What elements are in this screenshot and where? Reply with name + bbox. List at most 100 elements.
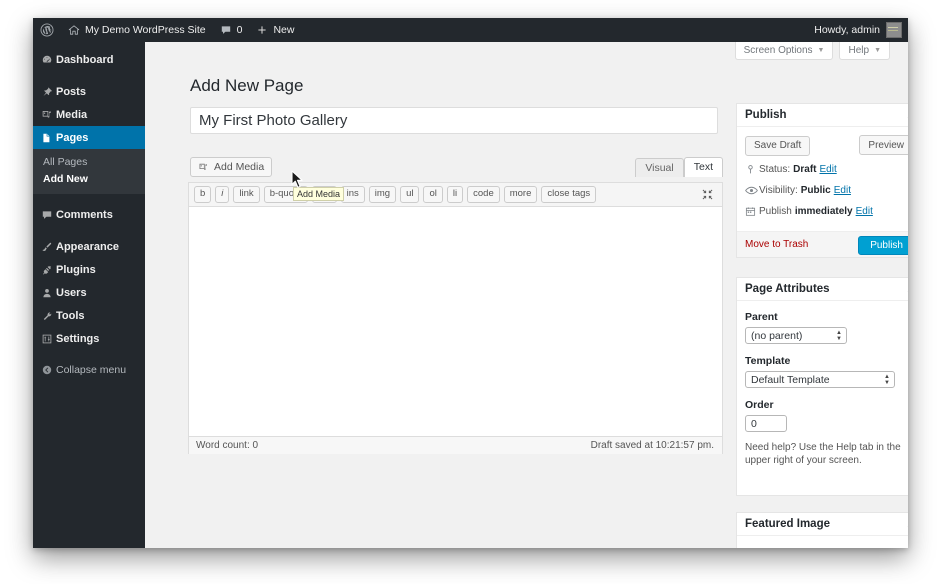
template-select[interactable]: Default Template ▲ ▼ — [745, 371, 895, 388]
page-title: Add New Page — [190, 76, 304, 95]
visibility-label: Visibility: — [759, 185, 798, 196]
sidebar-item-appearance[interactable]: Appearance — [33, 235, 145, 258]
help-tab[interactable]: Help ▼ — [839, 42, 890, 60]
featured-image-title: Featured Image — [745, 518, 830, 530]
quicktags-toolbar: b i link b-quote del ins img ul ol li co… — [189, 183, 722, 207]
new-content-menu[interactable]: New — [249, 18, 301, 42]
editor-container: b i link b-quote del ins img ul ol li co… — [188, 182, 723, 454]
admin-content-area: Screen Options ▼ Help ▼ Add New Page My … — [145, 42, 908, 548]
order-input[interactable]: 0 — [745, 415, 787, 432]
wordpress-logo-icon — [40, 23, 54, 37]
post-status-info: Word count: 0 Draft saved at 10:21:57 pm… — [189, 436, 722, 454]
my-account-menu[interactable]: Howdy, admin — [814, 18, 902, 42]
comment-bubble-icon — [220, 24, 232, 36]
screen-options-tab[interactable]: Screen Options ▼ — [734, 42, 834, 60]
add-media-button[interactable]: Add Media — [190, 157, 273, 177]
template-label: Template — [745, 355, 791, 367]
chevron-up-icon[interactable]: ▲ — [906, 520, 908, 529]
publish-date-row: Publish immediately Edit — [745, 203, 908, 220]
quicktag-close-tags[interactable]: close tags — [541, 186, 597, 203]
publish-date-value: immediately — [794, 206, 853, 217]
chevron-down-icon: ▼ — [817, 47, 825, 54]
quicktag-ul[interactable]: ul — [400, 186, 420, 203]
avatar — [886, 22, 902, 38]
screen-options-label: Screen Options — [743, 45, 813, 56]
sidebar-label: Media — [56, 108, 88, 121]
comments-bubble-menu[interactable]: 0 — [213, 18, 250, 42]
dashboard-icon — [41, 54, 56, 66]
wp-logo-menu[interactable] — [33, 18, 61, 42]
sidebar-item-dashboard[interactable]: Dashboard — [33, 48, 145, 71]
page-attributes-title: Page Attributes — [745, 283, 830, 295]
mouse-cursor — [291, 170, 304, 194]
page-attributes-body: Parent (no parent) ▲ ▼ Template Default T… — [737, 301, 908, 475]
add-media-label: Add Media — [214, 161, 265, 173]
tab-text[interactable]: Text — [683, 157, 723, 177]
move-to-trash-link[interactable]: Move to Trash — [745, 239, 808, 250]
quicktag-ol[interactable]: ol — [423, 186, 443, 203]
tab-visual[interactable]: Visual — [635, 158, 684, 177]
calendar-icon — [745, 206, 759, 217]
sidebar-label: Dashboard — [56, 53, 114, 66]
content-textarea[interactable] — [189, 207, 722, 436]
admin-bar-left-group: My Demo WordPress Site 0 New — [33, 18, 301, 42]
quicktag-li[interactable]: li — [446, 186, 464, 203]
quicktag-link[interactable]: link — [233, 186, 260, 203]
browser-window: My Demo WordPress Site 0 New Howdy, admi — [33, 18, 908, 548]
sidebar-item-settings[interactable]: Settings — [33, 327, 145, 350]
quicktag-code[interactable]: code — [467, 186, 500, 203]
distraction-free-writing-icon[interactable] — [701, 188, 714, 206]
parent-select[interactable]: (no parent) ▲ ▼ — [745, 327, 847, 344]
sidebar-item-tools[interactable]: Tools — [33, 304, 145, 327]
featured-image-body: Set featured image — [737, 536, 908, 548]
sidebar-item-comments[interactable]: Comments — [33, 203, 145, 226]
page-attributes-help-note: Need help? Use the Help tab in the upper… — [745, 442, 901, 466]
edit-visibility-link[interactable]: Edit — [834, 185, 851, 196]
screen-meta-links: Screen Options ▼ Help ▼ — [729, 42, 890, 60]
preview-button[interactable]: Preview — [859, 135, 908, 155]
sidebar-label: Plugins — [56, 263, 96, 276]
sidebar-label: Appearance — [56, 240, 119, 253]
editor-tools: Add Media Visual Text — [188, 156, 723, 180]
featured-image-header: Featured Image ▲ — [737, 513, 908, 536]
publish-button[interactable]: Publish — [858, 236, 908, 255]
admin-menu-sidebar: Dashboard Posts Media Pages All Pages Ad… — [33, 42, 153, 548]
media-icon — [198, 162, 209, 173]
sidebar-item-media[interactable]: Media — [33, 103, 145, 126]
quicktag-i[interactable]: i — [215, 186, 230, 203]
publish-box-title: Publish — [745, 109, 787, 121]
chevron-up-icon[interactable]: ▲ — [906, 111, 908, 120]
visibility-value: Public — [800, 185, 831, 196]
edit-publish-date-link[interactable]: Edit — [856, 206, 873, 217]
quicktag-img[interactable]: img — [368, 186, 397, 203]
sidebar-item-collapse-menu[interactable]: Collapse menu — [33, 358, 145, 381]
order-value: 0 — [751, 417, 757, 430]
sidebar-label: Comments — [56, 208, 113, 221]
order-label: Order — [745, 399, 774, 411]
sidebar-label: Posts — [56, 85, 86, 98]
parent-select-value: (no parent) — [751, 329, 803, 342]
sidebar-item-pages[interactable]: Pages — [33, 126, 153, 149]
quicktag-b[interactable]: b — [194, 186, 212, 203]
paintbrush-icon — [41, 241, 56, 253]
site-name-menu[interactable]: My Demo WordPress Site — [61, 18, 213, 42]
sidebar-item-users[interactable]: Users — [33, 281, 145, 304]
sidebar-item-plugins[interactable]: Plugins — [33, 258, 145, 281]
pages-submenu: All Pages Add New — [33, 149, 145, 194]
page-attributes-header: Page Attributes ▲ — [737, 278, 908, 301]
save-draft-button[interactable]: Save Draft — [745, 135, 811, 156]
pin-status-icon — [745, 164, 759, 175]
quicktag-ins[interactable]: ins — [340, 186, 365, 203]
sidebar-label: Collapse menu — [56, 363, 127, 376]
sidebar-item-add-new-page[interactable]: Add New — [33, 171, 145, 188]
page-icon — [41, 132, 56, 144]
status-row: Status: Draft Edit — [745, 161, 908, 178]
sidebar-item-all-pages[interactable]: All Pages — [33, 154, 145, 171]
post-title-input[interactable]: My First Photo Gallery — [190, 107, 718, 134]
sidebar-item-posts[interactable]: Posts — [33, 80, 145, 103]
chevron-up-icon[interactable]: ▲ — [906, 285, 908, 294]
chevron-down-icon: ▼ — [874, 47, 881, 54]
sidebar-label: Users — [56, 286, 87, 299]
edit-status-link[interactable]: Edit — [819, 164, 836, 175]
quicktag-more[interactable]: more — [503, 186, 538, 203]
